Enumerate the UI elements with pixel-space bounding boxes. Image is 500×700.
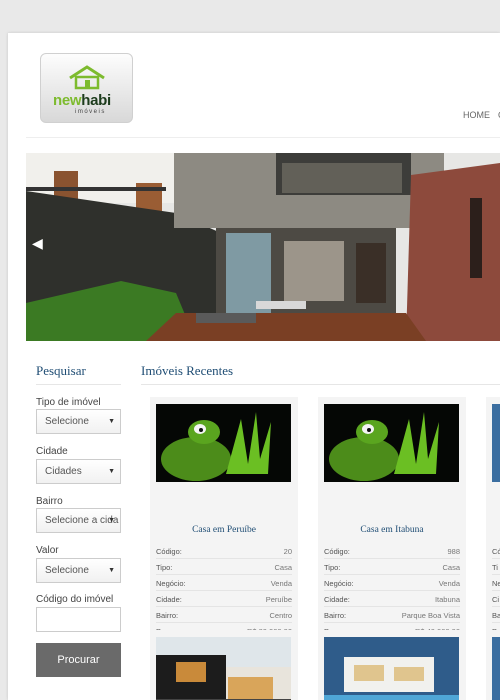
recent-title-divider bbox=[141, 384, 500, 385]
listing-card[interactable]: Casa em Itabuna Código: 988 Tipo: Casa Neg… bbox=[318, 397, 466, 651]
listing-image[interactable] bbox=[156, 404, 291, 482]
valor-label: Valor bbox=[36, 545, 59, 556]
slider-prev-arrow-icon[interactable]: ◀ bbox=[32, 235, 43, 252]
listing-row: Ne bbox=[492, 575, 500, 591]
listing-row: Ti bbox=[492, 559, 500, 575]
listing-row: Cidade: Itabuna bbox=[324, 591, 460, 607]
search-title: Pesquisar bbox=[36, 363, 86, 378]
header-divider bbox=[26, 137, 500, 138]
codigo-input[interactable] bbox=[36, 607, 121, 632]
bairro-select[interactable]: Selecione a cida ▼ bbox=[36, 508, 121, 533]
caret-down-icon: ▼ bbox=[108, 517, 115, 524]
cidade-select[interactable]: Cidades ▼ bbox=[36, 459, 121, 484]
listing-image[interactable] bbox=[156, 637, 291, 700]
logo-text: newhabi bbox=[53, 92, 111, 109]
caret-down-icon: ▼ bbox=[108, 468, 115, 475]
house-icon bbox=[69, 65, 105, 90]
hero-image bbox=[26, 153, 500, 341]
valor-select[interactable]: Selecione ▼ bbox=[36, 558, 121, 583]
tipo-select[interactable]: Selecione ▼ bbox=[36, 409, 121, 434]
search-button[interactable]: Procurar bbox=[36, 643, 121, 677]
listing-row: Tipo: Casa bbox=[156, 559, 292, 575]
listing-row: Código: 988 bbox=[324, 543, 460, 559]
listing-row: Cidade: Peruíbe bbox=[156, 591, 292, 607]
listing-image[interactable] bbox=[324, 637, 459, 700]
listing-row: Código: 20 bbox=[156, 543, 292, 559]
logo-subtitle: imóveis bbox=[75, 109, 106, 115]
listing-row: Ba bbox=[492, 607, 500, 623]
caret-down-icon: ▼ bbox=[108, 418, 115, 425]
hero-slider[interactable]: ◀ bbox=[26, 153, 500, 341]
caret-down-icon: ▼ bbox=[108, 567, 115, 574]
listing-card[interactable] bbox=[318, 630, 466, 700]
bairro-label: Bairro bbox=[36, 496, 63, 507]
search-title-divider bbox=[36, 384, 121, 385]
nav-item-home[interactable]: HOME bbox=[463, 110, 490, 120]
listing-image[interactable] bbox=[492, 637, 500, 700]
tipo-label: Tipo de imóvel bbox=[36, 397, 101, 408]
cidade-label: Cidade bbox=[36, 446, 68, 457]
listing-row: Negócio: Venda bbox=[324, 575, 460, 591]
listing-row: Có bbox=[492, 543, 500, 559]
listing-image[interactable] bbox=[324, 404, 459, 482]
listing-card[interactable] bbox=[150, 630, 298, 700]
listing-row: Tipo: Casa bbox=[324, 559, 460, 575]
listing-row: Bairro: Centro bbox=[156, 607, 292, 623]
listing-title[interactable]: Casa em Itabuna bbox=[318, 525, 466, 535]
site-logo[interactable]: newhabi imóveis bbox=[40, 53, 133, 123]
listing-card[interactable]: Có Ti Ne Ci Ba Pr bbox=[486, 397, 500, 651]
listing-row: Bairro: Parque Boa Vista bbox=[324, 607, 460, 623]
main-nav: HOMEQU bbox=[463, 110, 500, 120]
listing-image[interactable] bbox=[492, 404, 500, 482]
recent-title: Imóveis Recentes bbox=[141, 363, 234, 378]
listing-row: Negócio: Venda bbox=[156, 575, 292, 591]
listing-title[interactable]: Casa em Peruíbe bbox=[150, 525, 298, 535]
listing-card[interactable] bbox=[486, 630, 500, 700]
codigo-label: Código do imóvel bbox=[36, 594, 114, 605]
listing-row: Ci bbox=[492, 591, 500, 607]
listing-card[interactable]: Casa em Peruíbe Código: 20 Tipo: Casa Negó… bbox=[150, 397, 298, 651]
page: newhabi imóveis HOMEQU bbox=[8, 33, 500, 700]
